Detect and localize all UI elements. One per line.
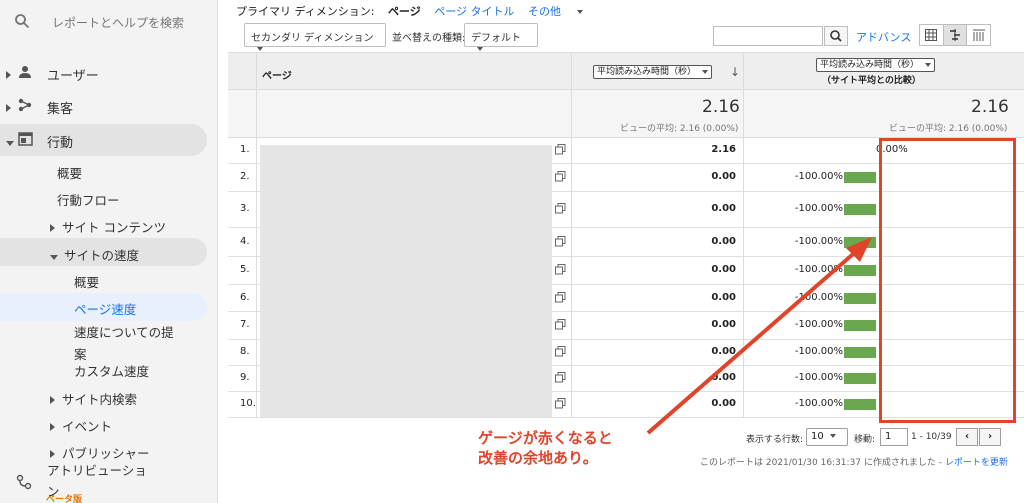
annotation-line: ゲージが赤くなると	[478, 429, 613, 447]
annotation-text: ゲージが赤くなると 改善の余地あり。	[478, 428, 613, 468]
annotation-line: 改善の余地あり。	[478, 449, 598, 467]
